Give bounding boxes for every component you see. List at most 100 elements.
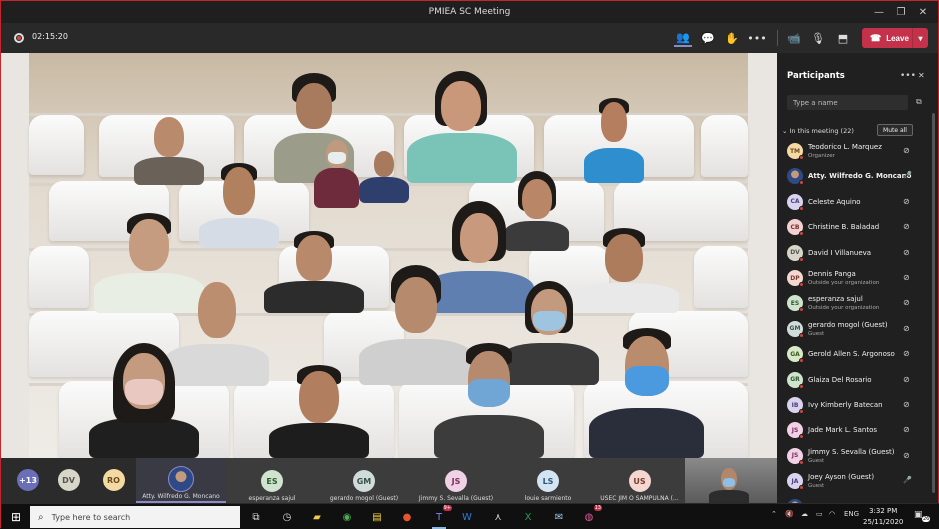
- share-screen-icon[interactable]: ⬒: [834, 29, 852, 47]
- onedrive-icon[interactable]: ☁: [801, 510, 808, 518]
- mic-on-icon[interactable]: 🎤: [903, 171, 912, 179]
- notifications-icon[interactable]: ▣ 26: [914, 510, 931, 522]
- strip-tile[interactable]: RO: [91, 458, 136, 503]
- wifi-icon[interactable]: ◠: [829, 510, 835, 518]
- participant-avatar: JS: [445, 470, 467, 492]
- minimize-icon[interactable]: —: [868, 1, 890, 23]
- clock-date: 25/11/2020: [863, 518, 904, 526]
- more-options-icon[interactable]: •••: [900, 71, 916, 81]
- in-meeting-label: In this meeting (22): [789, 127, 854, 135]
- acrobat-icon[interactable]: ⋏: [488, 507, 508, 527]
- mic-muted-icon[interactable]: ⊘: [903, 349, 910, 358]
- participant-row[interactable]: DP Dennis Panga Outside your organization ⊘: [777, 266, 932, 291]
- strip-tile[interactable]: ES esperanza sajul: [226, 458, 318, 503]
- strip-tile[interactable]: US USEC JIM O SAMPULNA (...: [594, 458, 685, 503]
- clock-app-icon[interactable]: ◷: [277, 507, 297, 527]
- participants-icon[interactable]: 👥: [674, 29, 692, 47]
- messenger-icon[interactable]: ◍ 13: [579, 505, 602, 527]
- strip-tile[interactable]: DV: [46, 458, 91, 503]
- windows-start-icon[interactable]: ⊞: [6, 507, 26, 527]
- presence-dot: [799, 180, 804, 186]
- volume-muted-icon[interactable]: 🔇: [785, 510, 794, 518]
- raise-hand-icon[interactable]: ✋: [723, 29, 741, 47]
- strip-tile[interactable]: Atty. Wilfredo G. Moncano: [136, 458, 226, 503]
- presence-dot: [799, 434, 804, 440]
- mic-muted-icon[interactable]: ⊘: [903, 400, 910, 409]
- participant-name: gerardo mogol (Guest): [808, 320, 888, 329]
- participant-row[interactable]: CB Christine B. Baladad ⊘: [777, 215, 932, 240]
- participant-row[interactable]: ES esperanza sajul Outside your organizati…: [777, 291, 932, 316]
- chrome-icon[interactable]: ◉: [337, 507, 357, 527]
- file-explorer-icon[interactable]: ▰: [307, 507, 327, 527]
- leave-button[interactable]: ☎ Leave ▾: [862, 28, 928, 48]
- teams-badge: 9+: [442, 505, 452, 511]
- close-icon[interactable]: ✕: [912, 1, 934, 23]
- battery-icon[interactable]: ▭: [816, 510, 823, 518]
- mute-all-button[interactable]: Mute all: [877, 124, 913, 136]
- participant-row[interactable]: CA Celeste Aquino ⊘: [777, 190, 932, 215]
- mail-icon[interactable]: ✉: [549, 507, 569, 527]
- taskbar-search-box[interactable]: ⌕ Type here to search: [30, 506, 240, 528]
- participant-row[interactable]: GM gerardo mogol (Guest) Guest ⊘: [777, 317, 932, 342]
- mic-muted-icon[interactable]: ⊘: [903, 425, 910, 434]
- participant-row[interactable]: GR Glaiza Del Rosario ⊘: [777, 368, 932, 393]
- participant-role: Guest: [808, 457, 825, 464]
- word-icon[interactable]: W: [457, 507, 477, 527]
- participant-video: [407, 71, 517, 183]
- maximize-icon[interactable]: ❐: [890, 1, 912, 23]
- participant-row[interactable]: TM Teodorico L. Marquez Organizer ⊘: [777, 139, 932, 164]
- camera-icon[interactable]: 📹: [785, 29, 803, 47]
- powerpoint-icon[interactable]: ●: [397, 507, 417, 527]
- chat-icon[interactable]: 💬: [699, 29, 717, 47]
- mic-muted-icon[interactable]: ⊘: [903, 248, 910, 257]
- participant-row[interactable]: GA Gerold Allen S. Argonoso ⊘: [777, 342, 932, 367]
- overflow-participants-badge[interactable]: +13: [17, 469, 39, 491]
- strip-tile-name: esperanza sajul: [248, 495, 296, 502]
- participant-row[interactable]: JA Joey Ayson (Guest) Guest 🎤: [777, 469, 932, 494]
- mic-muted-icon[interactable]: ⊘: [903, 324, 910, 333]
- close-panel-icon[interactable]: ✕: [918, 71, 925, 80]
- presence-dot: [799, 307, 804, 313]
- participant-role: Outside your organization: [808, 280, 880, 286]
- mic-muted-icon[interactable]: ⊘: [903, 375, 910, 384]
- mic-muted-icon[interactable]: ⊘: [903, 451, 910, 460]
- participant-row[interactable]: IB Ivy Kimberly Batecan ⊘: [777, 393, 932, 418]
- mic-muted-icon[interactable]: 🎙: [809, 29, 827, 47]
- in-meeting-section-header[interactable]: ⌄ In this meeting (22): [782, 127, 854, 135]
- mic-muted-icon[interactable]: ⊘: [903, 146, 910, 155]
- strip-tile-name: louie sarmiento: [524, 495, 572, 502]
- meeting-timer: 02:15:20: [32, 32, 68, 41]
- participant-row[interactable]: JS Jimmy S. Sevalla (Guest) Guest ⊘: [777, 444, 932, 469]
- participant-search-input[interactable]: [787, 95, 908, 110]
- search-icon: ⌕: [38, 511, 44, 523]
- strip-tile[interactable]: LS louie sarmiento: [502, 458, 594, 503]
- tray-chevron-icon[interactable]: ⌃: [771, 510, 777, 518]
- participant-role: Guest: [808, 483, 825, 490]
- participant-name: Glaiza Del Rosario: [808, 375, 872, 384]
- participant-row[interactable]: DV David I Villanueva ⊘: [777, 241, 932, 266]
- language-indicator[interactable]: ENG: [844, 510, 859, 518]
- panel-scrollbar[interactable]: [932, 113, 935, 493]
- participant-name: Gerold Allen S. Argonoso: [808, 350, 895, 359]
- teams-icon[interactable]: T 9+: [429, 505, 452, 529]
- participant-row[interactable]: Atty. Wilfredo G. Moncano 🎤: [777, 164, 932, 189]
- participant-video: [434, 343, 544, 458]
- task-view-icon[interactable]: ⧉: [246, 507, 266, 527]
- sticky-notes-icon[interactable]: ▤: [367, 507, 387, 527]
- mic-on-icon[interactable]: 🎤: [903, 476, 912, 484]
- mic-muted-icon[interactable]: ⊘: [903, 197, 910, 206]
- seat: [701, 115, 748, 177]
- mic-muted-icon[interactable]: ⊘: [903, 273, 910, 282]
- strip-tile[interactable]: GM gerardo mogol (Guest): [318, 458, 410, 503]
- more-actions-icon[interactable]: •••: [747, 29, 766, 47]
- strip-tile-name: Atty. Wilfredo G. Moncano: [142, 493, 220, 500]
- mic-muted-icon[interactable]: ⊘: [903, 222, 910, 231]
- chevron-down-icon[interactable]: ▾: [912, 28, 928, 48]
- mic-muted-icon[interactable]: ⊘: [903, 298, 910, 307]
- share-invite-icon[interactable]: ⧉: [916, 97, 922, 107]
- strip-tile[interactable]: JS Jimmy S. Sevalla (Guest): [410, 458, 502, 503]
- excel-icon[interactable]: X: [518, 507, 538, 527]
- taskbar-clock[interactable]: 3:32 PM 25/11/2020: [863, 506, 903, 528]
- participant-row[interactable]: JS Jade Mark L. Santos ⊘: [777, 418, 932, 443]
- presence-dot: [799, 231, 804, 237]
